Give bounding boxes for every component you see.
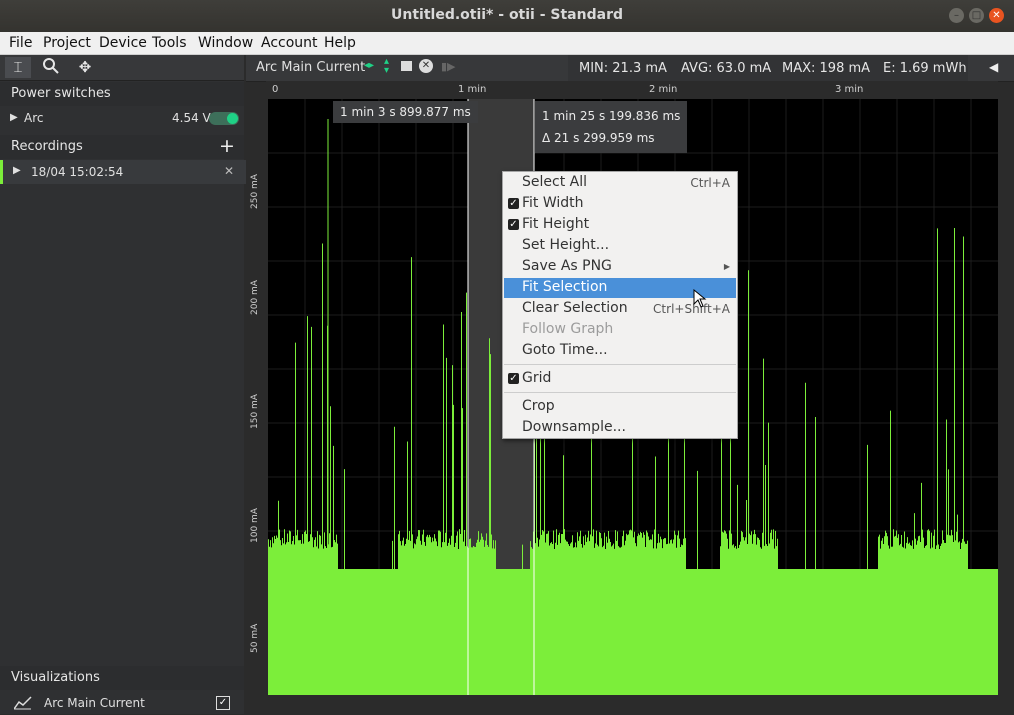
- y-tick: 200 mA: [250, 280, 260, 315]
- sidebar: ⌶ ✥ Power switches ▶ Arc 4.54 V Recordin…: [0, 55, 247, 715]
- line-chart-icon: [13, 696, 32, 713]
- arc-label: Arc: [24, 111, 44, 125]
- menu-select-all[interactable]: Select All Ctrl+A: [504, 173, 736, 193]
- time-tick: 2 min: [649, 84, 678, 95]
- y-axis: 250 mA 200 mA 150 mA 100 mA 50 mA: [246, 99, 268, 714]
- window-titlebar: Untitled.otii* - otii - Standard – □ ✕: [0, 0, 1014, 32]
- menu-account[interactable]: Account: [261, 35, 318, 51]
- cursor-time-left: 1 min 3 s 899.877 ms: [333, 101, 478, 123]
- tip-right-line1: 1 min 25 s 199.836 ms: [542, 109, 681, 123]
- power-switches-title: Power switches: [11, 86, 111, 101]
- plot-toolbar: Arc Main Current ◂▸ ▴ ▾ ✕ ▮▶ MIN: 21.3 mA…: [246, 55, 1014, 82]
- menu-grid[interactable]: ✓ Grid: [504, 369, 736, 389]
- stat-avg: AVG: 63.0 mA: [681, 61, 772, 76]
- recordings-title: Recordings: [11, 139, 83, 154]
- y-tick: 250 mA: [250, 174, 260, 209]
- close-button[interactable]: ✕: [989, 8, 1004, 23]
- cursor-time-right: 1 min 25 s 199.836 ms Δ 21 s 299.959 ms: [535, 101, 688, 153]
- channel-name: Arc Main Current: [256, 60, 366, 75]
- y-tick: 150 mA: [250, 394, 260, 429]
- menu-separator: [504, 392, 736, 393]
- menu-follow-graph: Follow Graph: [522, 321, 614, 337]
- tool-selector: ⌶ ✥: [0, 55, 244, 81]
- play-icon[interactable]: ▮▶: [441, 60, 456, 73]
- arc-voltage: 4.54 V: [172, 111, 211, 125]
- stat-max: MAX: 198 mA: [782, 61, 871, 76]
- select-cursor-icon[interactable]: ⌶: [5, 57, 31, 78]
- menu-file[interactable]: File: [9, 35, 32, 51]
- menu-fit-height[interactable]: ✓ Fit Height: [504, 215, 736, 235]
- chevron-right-icon[interactable]: ▶: [13, 165, 21, 176]
- zoom-icon[interactable]: [38, 57, 64, 78]
- close-circle-icon[interactable]: ✕: [419, 59, 433, 73]
- y-tick: 100 mA: [250, 508, 260, 543]
- time-tick: 0: [272, 84, 279, 95]
- close-recording-icon[interactable]: ✕: [224, 164, 234, 178]
- fit-height-icon[interactable]: ▴ ▾: [384, 57, 389, 76]
- chart-settings-icon[interactable]: [401, 61, 412, 71]
- stat-energy: E: 1.69 mWh: [883, 61, 967, 76]
- stat-min: MIN: 21.3 mA: [579, 61, 667, 76]
- menu-fit-width[interactable]: ✓ Fit Width: [504, 194, 736, 214]
- mouse-pointer-icon: [693, 289, 707, 308]
- menu-separator: [504, 364, 736, 365]
- y-tick: 50 mA: [250, 623, 260, 653]
- menu-project[interactable]: Project: [43, 35, 91, 51]
- recordings-header: Recordings +: [0, 135, 244, 159]
- toggle-knob: [227, 113, 238, 124]
- tip-right-line2: Δ 21 s 299.959 ms: [542, 131, 655, 145]
- submenu-arrow-icon: ▶: [723, 262, 730, 271]
- menu-goto-time[interactable]: Goto Time...: [504, 341, 736, 361]
- menu-set-height[interactable]: Set Height...: [504, 236, 736, 256]
- menubar: File Project Device Tools Window Account…: [0, 32, 1014, 55]
- menu-device[interactable]: Device: [99, 35, 147, 51]
- power-switches-header: Power switches: [0, 82, 244, 106]
- time-axis: 0 1 min 2 min 3 min: [266, 81, 998, 99]
- pan-icon[interactable]: ✥: [72, 57, 98, 78]
- menu-help[interactable]: Help: [324, 35, 356, 51]
- power-toggle[interactable]: [209, 112, 239, 125]
- visualization-item[interactable]: Arc Main Current ✓: [0, 691, 244, 715]
- time-tick: 3 min: [835, 84, 864, 95]
- chevron-right-icon[interactable]: ▶: [10, 112, 18, 123]
- collapse-arrow-icon[interactable]: ◀: [989, 60, 998, 74]
- menu-window[interactable]: Window: [198, 35, 253, 51]
- visualizations-title: Visualizations: [11, 670, 100, 685]
- recording-label: 18/04 15:02:54: [31, 165, 124, 179]
- time-tick: 1 min: [458, 84, 487, 95]
- visualization-checkbox[interactable]: ✓: [216, 696, 230, 710]
- visualization-label: Arc Main Current: [44, 696, 145, 710]
- add-recording-icon[interactable]: +: [219, 135, 235, 157]
- power-switch-arc[interactable]: ▶ Arc 4.54 V: [0, 107, 244, 131]
- recording-item[interactable]: ▶ 18/04 15:02:54 ✕: [0, 160, 247, 184]
- tip-left-text: 1 min 3 s 899.877 ms: [340, 105, 471, 119]
- checkbox-checked-icon: ✓: [508, 373, 519, 384]
- window-title: Untitled.otii* - otii - Standard: [391, 7, 623, 23]
- menu-downsample[interactable]: Downsample...: [504, 418, 736, 438]
- menu-tools[interactable]: Tools: [152, 35, 187, 51]
- checkbox-checked-icon: ✓: [508, 198, 519, 209]
- visualizations-header: Visualizations: [0, 666, 244, 690]
- maximize-button[interactable]: □: [969, 8, 984, 23]
- minimize-button[interactable]: –: [949, 8, 964, 23]
- checkbox-checked-icon: ✓: [508, 219, 519, 230]
- menu-crop[interactable]: Crop: [504, 397, 736, 417]
- fit-width-icon[interactable]: ◂▸: [364, 60, 374, 71]
- menu-save-as-png[interactable]: Save As PNG ▶: [504, 257, 736, 277]
